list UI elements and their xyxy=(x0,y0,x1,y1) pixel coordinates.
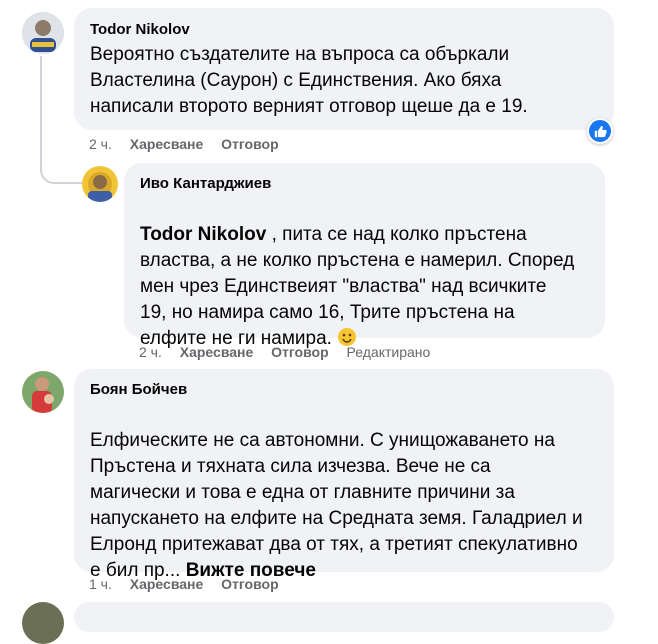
comment-text: Елфическите не са автономни. С унищожава… xyxy=(90,402,610,584)
thread-line xyxy=(40,56,42,156)
reply-button[interactable]: Отговор xyxy=(271,344,328,360)
avatar-next[interactable] xyxy=(22,602,64,644)
comment-text: Todor Nikolov , пита се над колко пръсте… xyxy=(140,196,600,352)
comment-meta: 1 ч. Харесване Отговор xyxy=(89,576,279,592)
mention-link[interactable]: Todor Nikolov xyxy=(140,224,266,245)
comment-meta: 2 ч. Харесване Отговор xyxy=(89,136,279,152)
like-button[interactable]: Харесване xyxy=(180,344,254,360)
avatar-boyan[interactable] xyxy=(22,371,64,413)
avatar-ivo[interactable] xyxy=(82,166,118,202)
comment-bubble xyxy=(74,602,614,632)
comment-text-body: Елфическите не са автономни. С унищожава… xyxy=(90,430,583,581)
comment-author[interactable]: Боян Бойчев xyxy=(90,381,187,398)
like-icon[interactable] xyxy=(587,118,613,144)
comment-time[interactable]: 2 ч. xyxy=(89,136,112,152)
reply-button[interactable]: Отговор xyxy=(221,136,278,152)
like-button[interactable]: Харесване xyxy=(130,576,204,592)
avatar-todor[interactable] xyxy=(22,12,64,54)
comment-meta: 2 ч. Харесване Отговор Редактирано xyxy=(139,344,430,360)
comment-text: Вероятно създателите на въпроса са обърк… xyxy=(90,44,528,117)
like-button[interactable]: Харесване xyxy=(130,136,204,152)
comment-time[interactable]: 1 ч. xyxy=(89,576,112,592)
thread-connector xyxy=(40,150,82,184)
edited-label: Редактирано xyxy=(346,344,431,360)
comment-author[interactable]: Иво Кантарджиев xyxy=(140,175,271,192)
comment-author[interactable]: Todor Nikolov xyxy=(90,21,190,38)
comment-time[interactable]: 2 ч. xyxy=(139,344,162,360)
reply-button[interactable]: Отговор xyxy=(221,576,278,592)
comment-text-line1: , пита се над колко пръстена xyxy=(266,224,527,245)
